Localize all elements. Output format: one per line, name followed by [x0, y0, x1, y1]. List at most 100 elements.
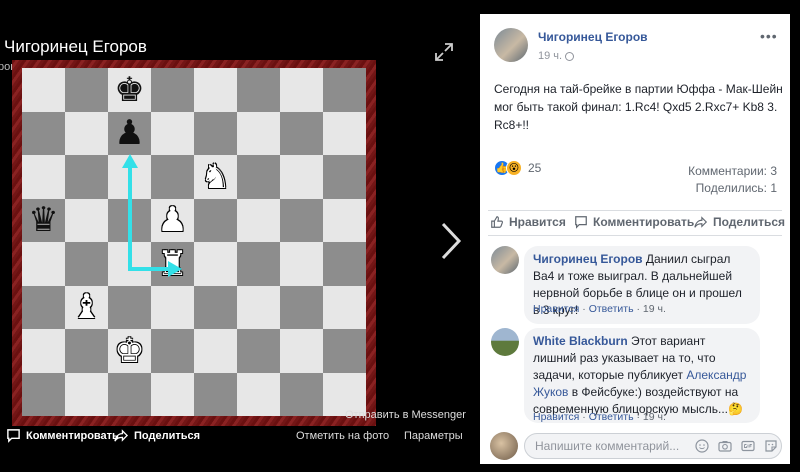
board-square — [151, 111, 194, 155]
board-square: ♟ — [151, 198, 194, 242]
board-square — [237, 329, 280, 373]
comment-item: White Blackburn Этот вариант лишний раз … — [488, 328, 778, 423]
expand-icon[interactable] — [434, 42, 454, 62]
comments-count[interactable]: Комментарии: 3 — [688, 164, 777, 178]
thinking-emoji: 🤔 — [728, 402, 743, 416]
comment-bubble: White Blackburn Этот вариант лишний раз … — [524, 328, 760, 423]
comment-icon — [575, 216, 587, 229]
viewer-comment-button[interactable]: Комментировать — [6, 428, 119, 443]
comment-like-link[interactable]: Нравится — [533, 411, 579, 423]
gif-icon[interactable] — [741, 439, 755, 453]
post-time-text[interactable]: 19 ч. — [538, 50, 562, 62]
board-square — [151, 155, 194, 199]
board-square — [280, 329, 323, 373]
black-pawn-icon: ♟ — [114, 113, 145, 154]
reactions-count: 25 — [528, 161, 542, 175]
avatar[interactable] — [491, 328, 519, 356]
like-button[interactable]: Нравится — [490, 215, 566, 229]
board-square — [280, 285, 323, 329]
comment-label: Комментировать — [593, 215, 695, 229]
board-square — [151, 329, 194, 373]
post-panel: Чигоринец Егоров 19 ч. ••• Сегодня на та… — [480, 14, 790, 464]
avatar[interactable] — [494, 28, 528, 62]
comment-button[interactable]: Комментировать — [574, 215, 694, 229]
board-square — [280, 68, 323, 112]
board-square — [22, 285, 65, 329]
comment-time[interactable]: 19 ч. — [643, 303, 666, 315]
share-icon — [694, 216, 708, 228]
board-square — [22, 372, 65, 416]
options-link[interactable]: Параметры — [404, 430, 463, 442]
send-in-messenger-link[interactable]: Отправить в Messenger — [345, 409, 466, 421]
next-photo-arrow-icon[interactable] — [438, 220, 464, 262]
more-options-button[interactable]: ••• — [760, 28, 778, 44]
board-square: ♛ — [22, 198, 65, 242]
board-square — [22, 111, 65, 155]
board-square — [323, 242, 366, 286]
comment-reply-link[interactable]: Ответить — [589, 411, 634, 423]
photo-title: Чигоринец Егоров — [4, 37, 147, 56]
white-rook-icon: ♜ — [157, 243, 188, 284]
comment-author[interactable]: Чигоринец Егоров — [533, 252, 643, 266]
board-square — [108, 285, 151, 329]
board-square — [108, 155, 151, 199]
comment-time[interactable]: 19 ч. — [643, 411, 666, 423]
board-square — [237, 68, 280, 112]
comment-reply-link[interactable]: Ответить — [589, 303, 634, 315]
post-time: 19 ч. — [538, 50, 575, 62]
white-king-icon: ♚ — [114, 330, 145, 371]
board-square — [22, 68, 65, 112]
comment-like-link[interactable]: Нравится — [533, 303, 579, 315]
share-label: Поделиться — [713, 215, 786, 229]
board-square — [194, 372, 237, 416]
board-square — [65, 329, 108, 373]
board-square — [237, 155, 280, 199]
board-square — [194, 68, 237, 112]
chess-board: ♚ ♟ ♞ ♛ ♟ ♜ ♝ ♚ — [22, 68, 366, 416]
comment-input[interactable] — [535, 438, 685, 454]
board-square — [65, 111, 108, 155]
board-square — [323, 198, 366, 242]
board-square — [108, 242, 151, 286]
emoji-icon[interactable] — [695, 439, 709, 453]
board-square — [65, 155, 108, 199]
board-square — [280, 155, 323, 199]
board-square — [22, 242, 65, 286]
thumbs-up-icon — [491, 216, 503, 228]
viewer-share-button[interactable]: Поделиться — [114, 428, 200, 443]
sticker-icon[interactable] — [764, 439, 778, 453]
black-queen-icon: ♛ — [28, 200, 59, 241]
reactions-summary[interactable]: 👍 😮 25 — [494, 160, 541, 176]
board-square: ♟ — [108, 111, 151, 155]
shares-count[interactable]: Поделились: 1 — [696, 181, 777, 195]
like-label: Нравится — [509, 215, 566, 229]
board-square — [22, 329, 65, 373]
board-square — [323, 111, 366, 155]
share-icon — [114, 429, 129, 442]
board-square — [194, 198, 237, 242]
avatar[interactable] — [491, 246, 519, 274]
white-bishop-icon: ♝ — [71, 287, 102, 328]
board-square — [151, 68, 194, 112]
tag-photo-link[interactable]: Отметить на фото — [296, 430, 389, 442]
board-square — [194, 242, 237, 286]
camera-icon[interactable] — [718, 439, 732, 453]
board-square — [323, 285, 366, 329]
board-square — [237, 198, 280, 242]
avatar[interactable] — [490, 432, 518, 460]
board-square — [323, 155, 366, 199]
board-square: ♜ — [151, 242, 194, 286]
comment-author[interactable]: White Blackburn — [533, 334, 628, 348]
board-square — [323, 329, 366, 373]
viewer-action-bar: Комментировать Поделиться Отметить на фо… — [0, 428, 480, 448]
post-action-bar: Нравится Комментировать Поделиться — [488, 210, 785, 236]
board-square — [237, 242, 280, 286]
share-button[interactable]: Поделиться — [694, 215, 785, 229]
post-author-name[interactable]: Чигоринец Егоров — [538, 30, 648, 44]
board-square — [65, 242, 108, 286]
board-square — [237, 111, 280, 155]
comment-icon — [7, 429, 20, 443]
board-square — [237, 285, 280, 329]
board-square — [194, 329, 237, 373]
board-square — [22, 155, 65, 199]
